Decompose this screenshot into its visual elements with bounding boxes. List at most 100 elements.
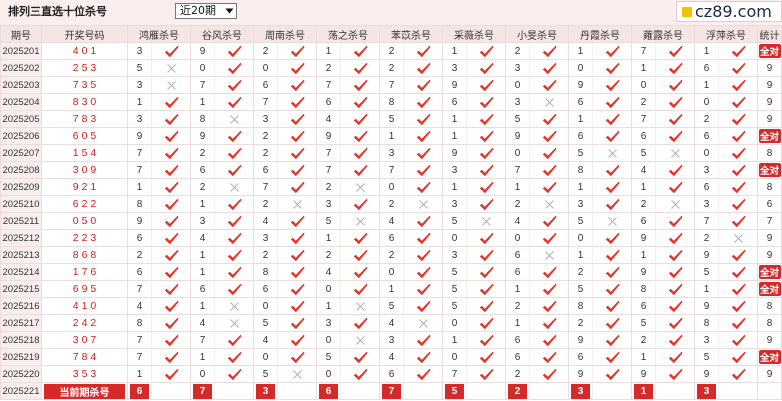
cross-icon: [355, 335, 366, 346]
kill-result-cell: [530, 60, 569, 77]
check-icon: [479, 113, 494, 126]
kill-number: 2: [569, 315, 593, 332]
kill-number: 6: [254, 281, 278, 298]
kill-number: 4: [317, 111, 341, 128]
kill-number: 7: [632, 111, 656, 128]
check-icon: [227, 334, 242, 347]
kill-number: 2: [254, 145, 278, 162]
kill-result-cell: [341, 162, 380, 179]
check-icon: [731, 300, 746, 313]
site-logo[interactable]: cz89.com: [676, 1, 782, 22]
kill-number: 6: [443, 94, 467, 111]
draw-number-cell: 154: [42, 145, 128, 162]
kill-number: 1: [191, 264, 215, 281]
kill-result-cell: [719, 332, 758, 349]
kill-number: 7: [632, 43, 656, 60]
check-icon: [668, 181, 683, 194]
kill-result-cell: [278, 162, 317, 179]
kill-result-cell: [530, 196, 569, 213]
kill-result-cell: [530, 315, 569, 332]
check-icon: [605, 317, 620, 330]
kill-number: 2: [317, 247, 341, 264]
kill-result-cell: [530, 264, 569, 281]
kill-result-cell: [593, 247, 632, 264]
draw-number: 921: [72, 181, 100, 193]
kill-result-cell: [215, 145, 254, 162]
kill-result-cell: [341, 111, 380, 128]
check-icon: [416, 147, 431, 160]
check-icon: [668, 130, 683, 143]
current-kill-number-cell: 3: [695, 383, 719, 400]
kill-result-cell: [404, 264, 443, 281]
check-icon: [731, 368, 746, 381]
check-icon: [353, 198, 368, 211]
check-icon: [731, 249, 746, 262]
check-icon: [164, 96, 179, 109]
chevron-down-icon[interactable]: [223, 5, 235, 17]
kill-number: 1: [569, 43, 593, 60]
draw-number-cell: 783: [42, 111, 128, 128]
stat-count: 7: [758, 213, 782, 230]
kill-number: 7: [128, 349, 152, 366]
header-expert-5: 苯苡杀号: [380, 26, 443, 43]
check-icon: [416, 300, 431, 313]
kill-result-cell: [278, 213, 317, 230]
kill-result-cell: [152, 162, 191, 179]
check-icon: [290, 147, 305, 160]
kill-number: 2: [380, 247, 404, 264]
kill-number: 4: [254, 332, 278, 349]
kill-result-cell: [278, 60, 317, 77]
current-kill-number: 1: [634, 383, 653, 399]
kill-result-cell: [656, 128, 695, 145]
check-icon: [479, 232, 494, 245]
all-correct-badge: 全对: [758, 163, 781, 177]
check-icon: [416, 164, 431, 177]
kill-number: 3: [695, 196, 719, 213]
kill-number: 1: [443, 128, 467, 145]
draw-number: 784: [72, 351, 100, 363]
check-icon: [668, 215, 683, 228]
all-correct-badge: 全对: [758, 44, 781, 58]
kill-number: 3: [443, 162, 467, 179]
draw-number: 695: [72, 283, 100, 295]
check-icon: [164, 334, 179, 347]
check-icon: [353, 164, 368, 177]
kill-number: 7: [506, 162, 530, 179]
kill-number: 5: [380, 111, 404, 128]
check-icon: [164, 45, 179, 58]
kill-number: 6: [191, 162, 215, 179]
kill-number: 6: [506, 349, 530, 366]
kill-result-cell: [656, 94, 695, 111]
table-row: 2025217 242 8 4 5 3 4 0 1 2 5 8 8: [0, 315, 782, 332]
kill-result-cell: [467, 111, 506, 128]
kill-result-cell: [719, 128, 758, 145]
cross-icon: [355, 182, 366, 193]
draw-number-cell: 223: [42, 230, 128, 247]
period-range-select[interactable]: 近20期: [175, 3, 237, 19]
draw-number-cell: 242: [42, 315, 128, 332]
empty-cell: [467, 383, 506, 400]
kill-number: 2: [569, 264, 593, 281]
check-icon: [290, 130, 305, 143]
kill-result-cell: [467, 298, 506, 315]
kill-number: 4: [380, 349, 404, 366]
kill-number: 4: [380, 213, 404, 230]
check-icon: [731, 317, 746, 330]
draw-number-cell: 784: [42, 349, 128, 366]
kill-result-cell: [215, 162, 254, 179]
kill-number: 9: [695, 247, 719, 264]
check-icon: [290, 113, 305, 126]
current-kill-number: 6: [319, 383, 338, 399]
stat-count: 9: [758, 366, 782, 383]
check-icon: [731, 334, 746, 347]
kill-result-cell: [152, 332, 191, 349]
kill-number: 7: [695, 213, 719, 230]
check-icon: [227, 62, 242, 75]
kill-result-cell: [530, 162, 569, 179]
stat-count: 6: [758, 196, 782, 213]
kill-number: 8: [569, 298, 593, 315]
check-icon: [164, 113, 179, 126]
all-correct-badge: 全对: [758, 265, 781, 279]
kill-number: 0: [632, 77, 656, 94]
kill-result-cell: [404, 145, 443, 162]
